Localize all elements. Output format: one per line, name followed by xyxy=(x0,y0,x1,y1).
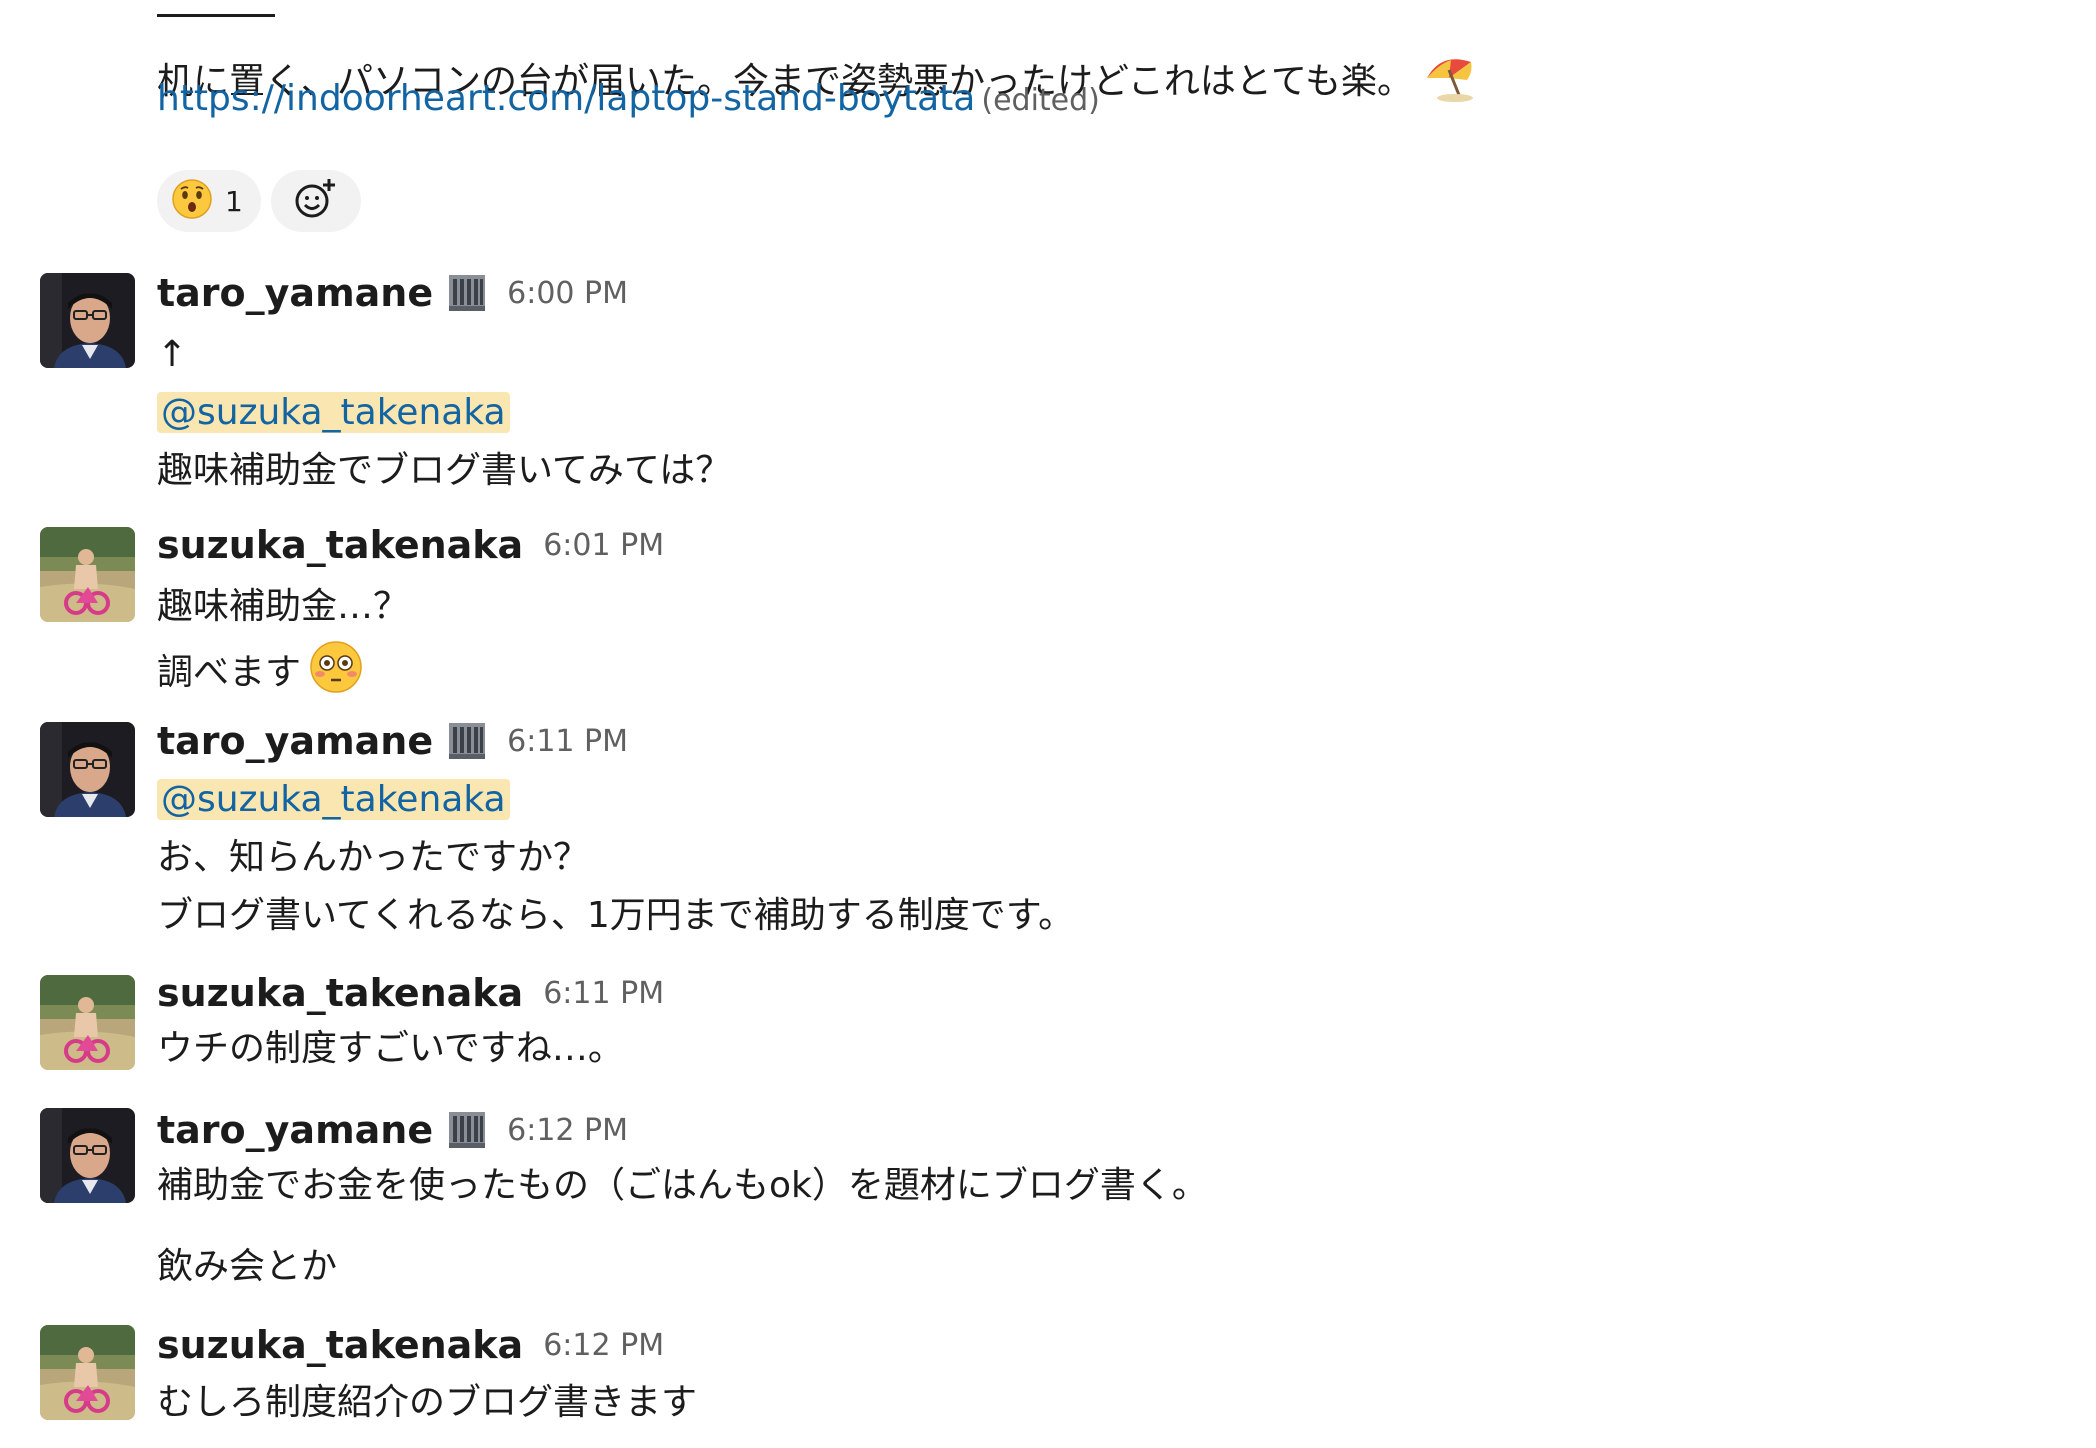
avatar-taro-yamane[interactable] xyxy=(40,1108,135,1203)
username[interactable]: suzuka_takenaka xyxy=(157,971,523,1015)
message-header: suzuka_takenaka 6:01 PM xyxy=(157,520,664,570)
timestamp[interactable]: 6:12 PM xyxy=(543,1328,664,1363)
timestamp[interactable]: 6:12 PM xyxy=(507,1113,628,1148)
message-header: suzuka_takenaka 6:11 PM xyxy=(157,968,664,1018)
message-line: 調べます xyxy=(157,640,363,708)
office-building-emoji xyxy=(447,273,487,313)
user-mention[interactable]: @suzuka_takenaka xyxy=(157,392,510,433)
message-line: 趣味補助金でブログ書いてみては？ xyxy=(157,450,732,491)
add-reaction-icon xyxy=(293,176,339,226)
message-header: taro_yamane 6:11 PM xyxy=(157,716,628,766)
reaction-hushed-face[interactable]: 1 xyxy=(157,170,261,232)
separator-line xyxy=(157,14,275,17)
message-line: 趣味補助金…？ xyxy=(157,586,410,627)
message-line: @suzuka_takenaka xyxy=(157,388,510,438)
message-line: ↑ xyxy=(157,334,188,375)
office-building-emoji xyxy=(447,721,487,761)
message-line: ブログ書いてくれるなら、1万円まで補助する制度です。 xyxy=(157,895,1075,936)
timestamp[interactable]: 6:11 PM xyxy=(543,976,664,1011)
message-line: お、知らんかったですか？ xyxy=(157,837,590,878)
username[interactable]: suzuka_takenaka xyxy=(157,523,523,567)
username[interactable]: suzuka_takenaka xyxy=(157,1323,523,1367)
message-line: @suzuka_takenaka xyxy=(157,775,510,825)
message-text: 調べます xyxy=(157,652,302,693)
username[interactable]: taro_yamane xyxy=(157,719,433,763)
office-building-emoji xyxy=(447,1110,487,1150)
message-line: 飲み会とか xyxy=(157,1246,338,1287)
timestamp[interactable]: 6:11 PM xyxy=(507,724,628,759)
message-line: ウチの制度すごいですね…。 xyxy=(157,1028,624,1069)
avatar-suzuka-takenaka[interactable] xyxy=(40,975,135,1070)
user-mention[interactable]: @suzuka_takenaka xyxy=(157,779,510,820)
avatar-taro-yamane[interactable] xyxy=(40,722,135,817)
avatar-suzuka-takenaka[interactable] xyxy=(40,1325,135,1420)
edited-label: (edited) xyxy=(981,83,1100,118)
avatar-taro-yamane[interactable] xyxy=(40,273,135,368)
timestamp[interactable]: 6:00 PM xyxy=(507,276,628,311)
message-header: suzuka_takenaka 6:12 PM xyxy=(157,1320,664,1370)
message-link[interactable]: https://indoorheart.com/laptop-stand-boy… xyxy=(157,78,975,119)
message-header: taro_yamane 6:00 PM xyxy=(157,268,628,318)
timestamp[interactable]: 6:01 PM xyxy=(543,528,664,563)
message-line: むしろ制度紹介のブログ書きます xyxy=(157,1382,698,1423)
add-reaction-button[interactable] xyxy=(270,170,361,232)
message-line: 補助金でお金を使ったもの（ごはんもok）を題材にブログ書く。 xyxy=(157,1165,1208,1206)
username[interactable]: taro_yamane xyxy=(157,271,433,315)
message-header: taro_yamane 6:12 PM xyxy=(157,1105,628,1155)
flushed-face-emoji xyxy=(309,640,363,708)
reaction-bar: 1 xyxy=(157,170,361,232)
message-link-line: https://indoorheart.com/laptop-stand-boy… xyxy=(157,74,1100,126)
hushed-face-emoji xyxy=(171,178,213,224)
avatar-suzuka-takenaka[interactable] xyxy=(40,527,135,622)
username[interactable]: taro_yamane xyxy=(157,1108,433,1152)
reaction-count: 1 xyxy=(225,184,243,218)
message-list: 机に置く、パソコンの台が届いた。今まで姿勢悪かったけどこれはとても楽。 http… xyxy=(0,0,2096,1448)
umbrella-on-ground-emoji xyxy=(1421,48,1477,118)
